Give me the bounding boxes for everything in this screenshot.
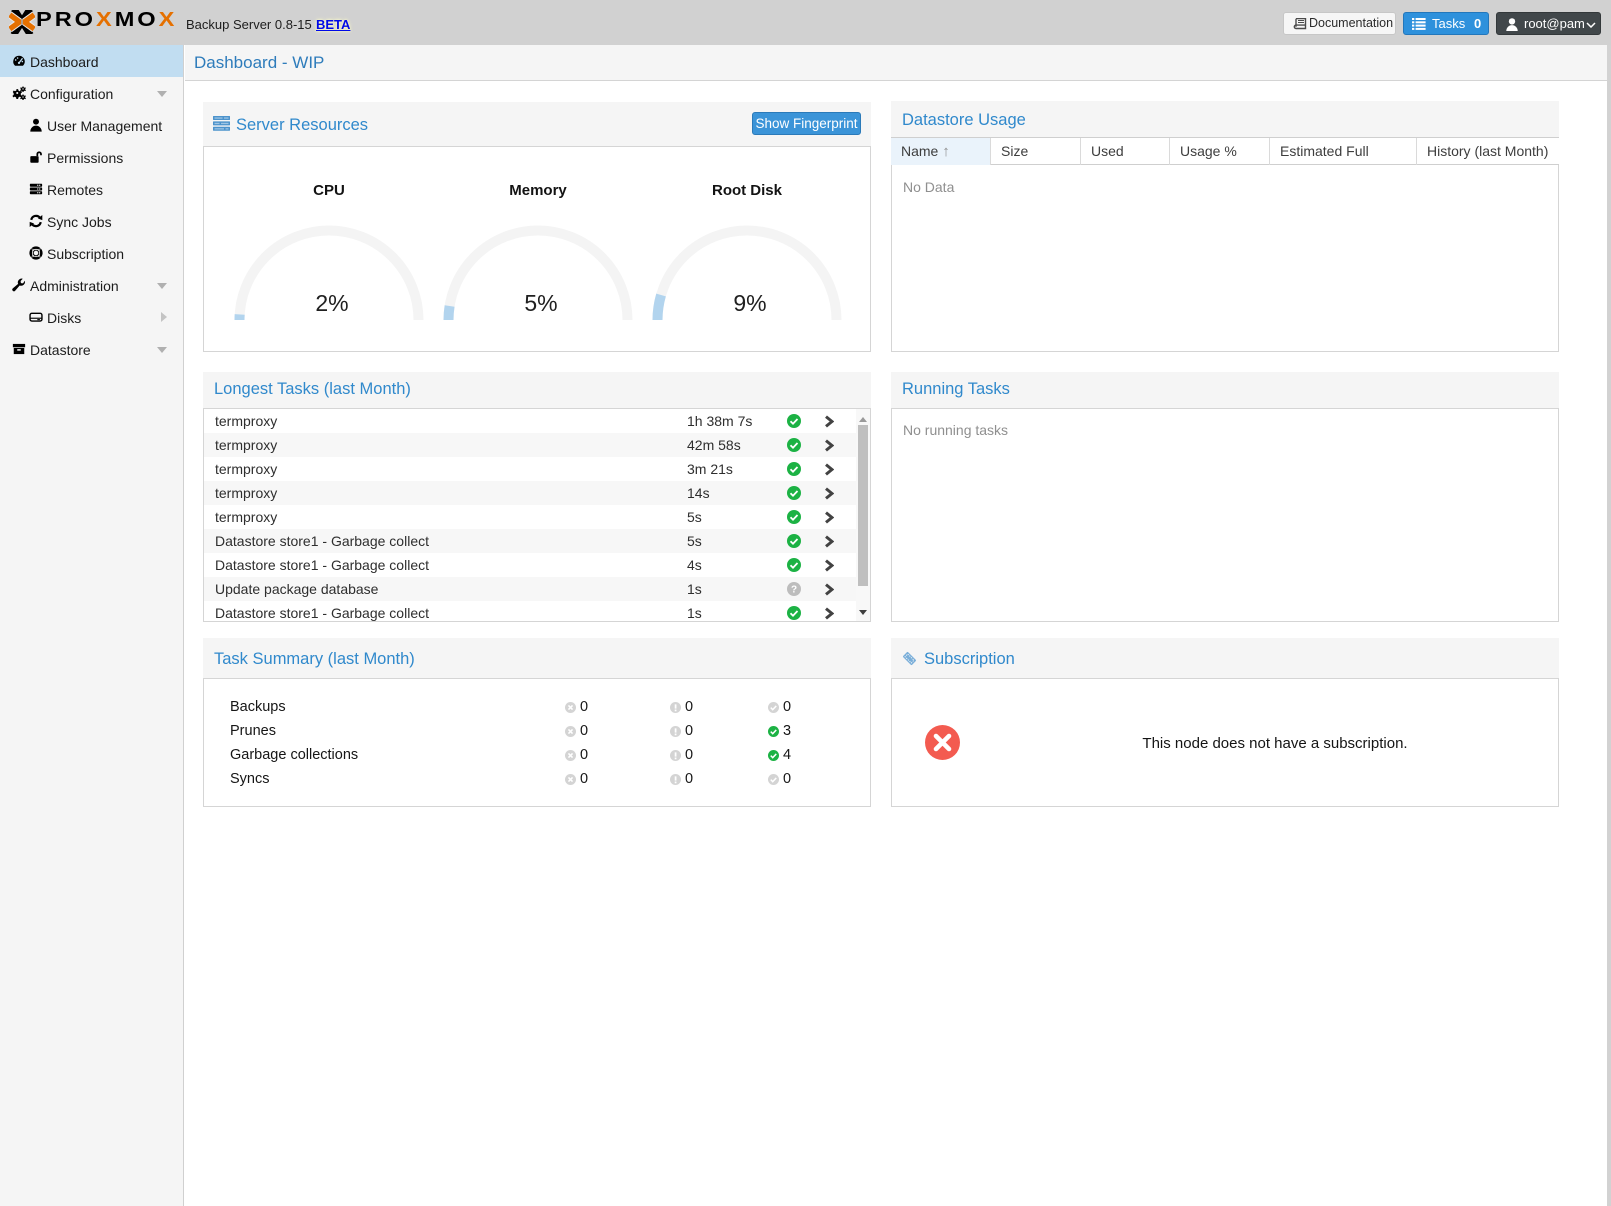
svg-text:?: ? [791, 584, 797, 595]
